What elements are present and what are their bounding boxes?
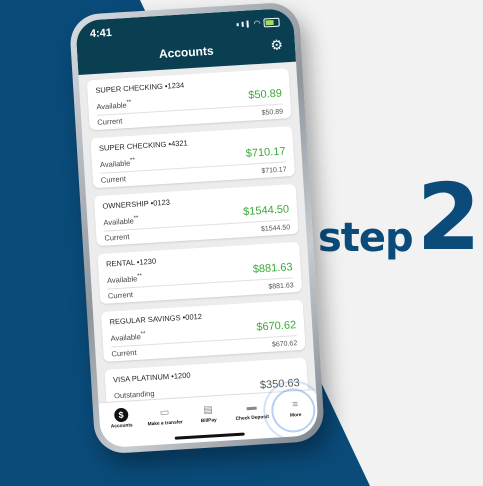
- available-label: Available: [103, 215, 135, 227]
- available-balance: $50.89: [247, 87, 283, 102]
- phone-screen: 4:41 ◠ Accounts ⚙ SUPER CHECKING •1234 A…: [75, 7, 319, 449]
- available-label: Available: [106, 273, 138, 285]
- available-balance: $881.63: [252, 261, 293, 276]
- current-label: Current: [100, 174, 127, 185]
- step-word: step: [318, 215, 414, 261]
- current-label: Current: [111, 347, 137, 359]
- current-label: Current: [104, 232, 130, 243]
- current-balance: $881.63: [268, 282, 294, 291]
- current-balance: $670.62: [271, 340, 298, 349]
- status-icons: ◠: [236, 17, 280, 30]
- transfer-icon: ▭: [159, 406, 170, 419]
- account-list: SUPER CHECKING •1234 Available** $50.89 C…: [86, 68, 310, 428]
- check-deposit-icon: ▬: [246, 401, 257, 413]
- signal-icon: [236, 23, 239, 27]
- tab-label: Make a transfer: [147, 420, 183, 428]
- account-card[interactable]: RENTAL •1230 Available** $881.63 Current $…: [97, 241, 303, 305]
- battery-icon: [263, 17, 280, 28]
- current-balance: $710.17: [261, 166, 287, 175]
- current-label: Current: [97, 116, 123, 127]
- available-label: Available: [110, 331, 142, 343]
- billpay-icon: ▤: [203, 403, 214, 416]
- status-time: 4:41: [89, 26, 113, 41]
- page-title: Accounts: [158, 43, 214, 61]
- tab-accounts[interactable]: $ Accounts: [101, 407, 142, 430]
- wifi-icon: ◠: [253, 18, 261, 29]
- current-label: Current: [107, 290, 134, 301]
- promo-canvas: step 2 4:41 ◠ Accounts ⚙ SUPER CHECKING …: [0, 0, 483, 486]
- available-balance: $670.62: [256, 319, 297, 334]
- account-card[interactable]: SUPER CHECKING •4321 Available** $710.17 …: [90, 126, 296, 189]
- gear-icon[interactable]: ⚙: [270, 36, 284, 54]
- available-balance: $1544.50: [242, 203, 290, 219]
- tab-billpay[interactable]: ▤ BillPay: [188, 401, 229, 424]
- step-heading: step 2: [318, 164, 481, 271]
- tab-label: Accounts: [110, 423, 133, 430]
- available-label: Available: [96, 100, 127, 111]
- account-card[interactable]: SUPER CHECKING •1234 Available** $50.89 C…: [86, 68, 292, 131]
- phone-mockup: 4:41 ◠ Accounts ⚙ SUPER CHECKING •1234 A…: [68, 1, 326, 455]
- current-balance: $50.89: [261, 108, 284, 117]
- current-balance: $1544.50: [260, 224, 291, 234]
- available-label: Available: [99, 157, 131, 169]
- tab-label: BillPay: [200, 418, 217, 425]
- signal-bar-icon: [246, 20, 249, 28]
- tab-make-a-transfer[interactable]: ▭ Make a transfer: [144, 404, 185, 428]
- available-balance: $710.17: [245, 145, 286, 160]
- signal-bar-icon: [241, 21, 244, 27]
- account-card[interactable]: REGULAR SAVINGS •0012 Available** $670.62…: [100, 299, 306, 362]
- account-card[interactable]: OWNERSHIP •0123 Available** $1544.50 Curr…: [93, 183, 299, 247]
- dollar-icon: $: [113, 407, 129, 423]
- step-number: 2: [416, 164, 481, 271]
